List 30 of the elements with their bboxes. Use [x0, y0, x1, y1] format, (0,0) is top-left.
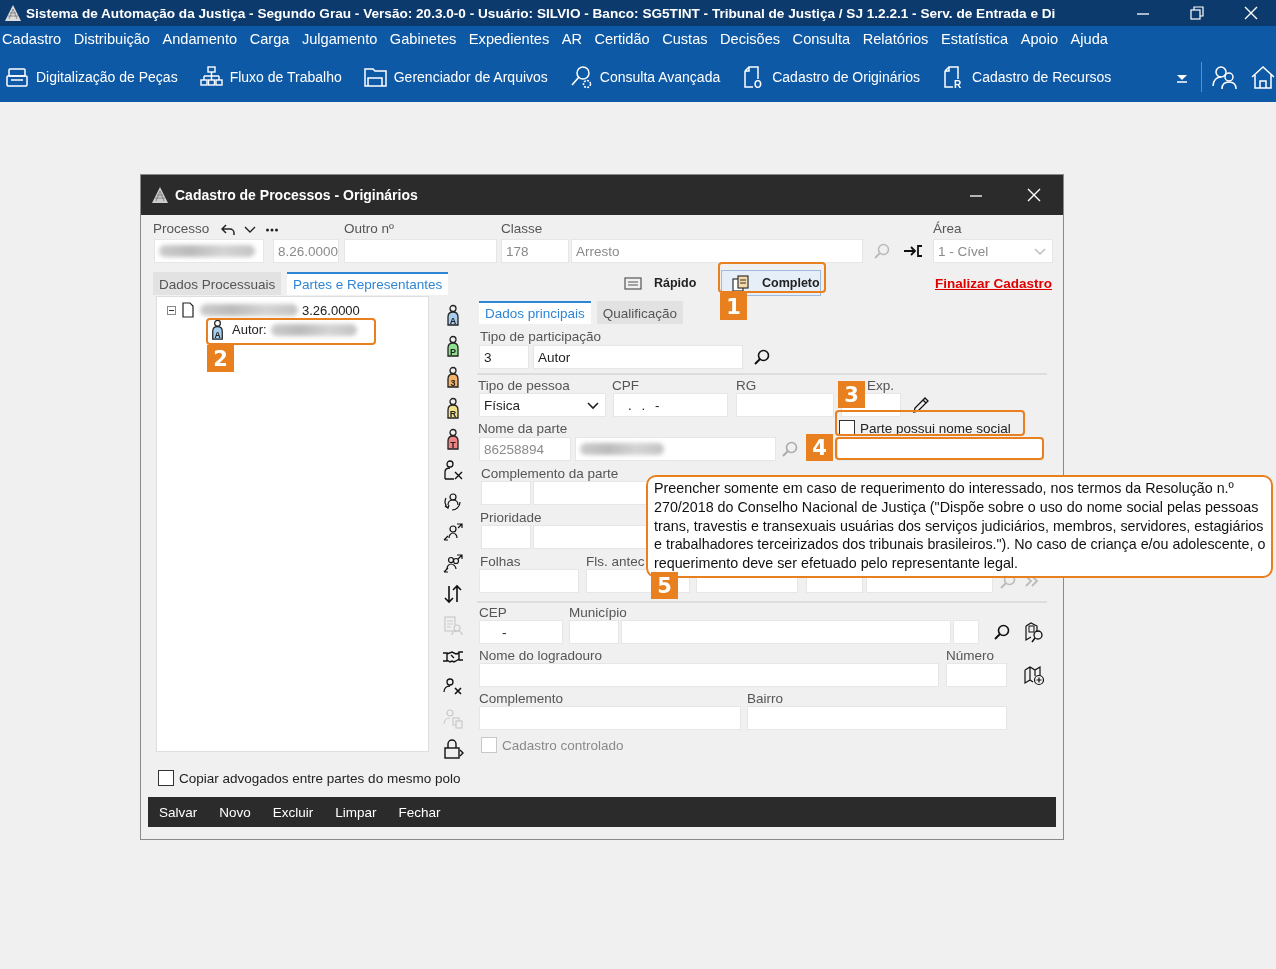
field-label: Outro nº — [344, 221, 394, 236]
field-label: Tipo de pessoa — [478, 377, 570, 393]
tooltip: Preencher somente em caso de requerimento do interessado, nos termos da Resolução n.º 270/2018 do Conselho Nacional de Justiça ("Dispõe sobre o uso do nome social pelas pessoas trans, travestis e transexuais usuárias dos serviços judiciários, membros, servidores, estagiários e trabalhadores terceirizados dos tribunais brasileiros."). No caso de criança e/ou adolescente, o requerimento deve ser efetuado pelo representante legal. — [646, 475, 1273, 578]
callout-number: 3 — [838, 381, 865, 408]
dropdown-value: 1 - Cível — [938, 243, 989, 259]
field-label: Nome da parte — [478, 420, 568, 436]
callout-number: 2 — [207, 345, 234, 372]
field-label: CPF — [612, 377, 639, 393]
field-label: Fls. antec — [586, 553, 645, 569]
field-label: Classe — [501, 221, 543, 236]
callout-number: 4 — [806, 434, 833, 461]
field-label: Processo — [153, 221, 210, 236]
callout-number: 5 — [651, 572, 678, 599]
field-label: Bairro — [747, 691, 783, 706]
field-label: Tipo de participação — [480, 329, 602, 344]
field-label: CEP — [479, 605, 507, 620]
field-label: Prioridade — [480, 509, 542, 525]
window-title: Sistema de Automação da Justiça - Segundo Grau - Versão: 20.3.0-0 - Usuário: SILVIO - Banco: SG5TINT - Tribunal de Justiça / SJ 1.2.2.1 - Serv. de Entrada e Di — [26, 5, 1057, 21]
field-label: Município — [569, 605, 627, 620]
callout-number: 1 — [720, 293, 747, 320]
field-label: Complemento — [479, 691, 564, 706]
field-label: Área — [933, 221, 962, 236]
field-label: Folhas — [480, 553, 521, 569]
field-label: Número — [946, 648, 994, 663]
field-label: Exp. — [867, 377, 894, 393]
field-label: Complemento da parte — [481, 465, 619, 481]
dialog-title: Cadastro de Processos - Originários — [175, 187, 419, 203]
field-label: RG — [736, 377, 757, 393]
field-label: Nome do logradouro — [479, 648, 603, 663]
dropdown-value: Física — [484, 397, 520, 413]
